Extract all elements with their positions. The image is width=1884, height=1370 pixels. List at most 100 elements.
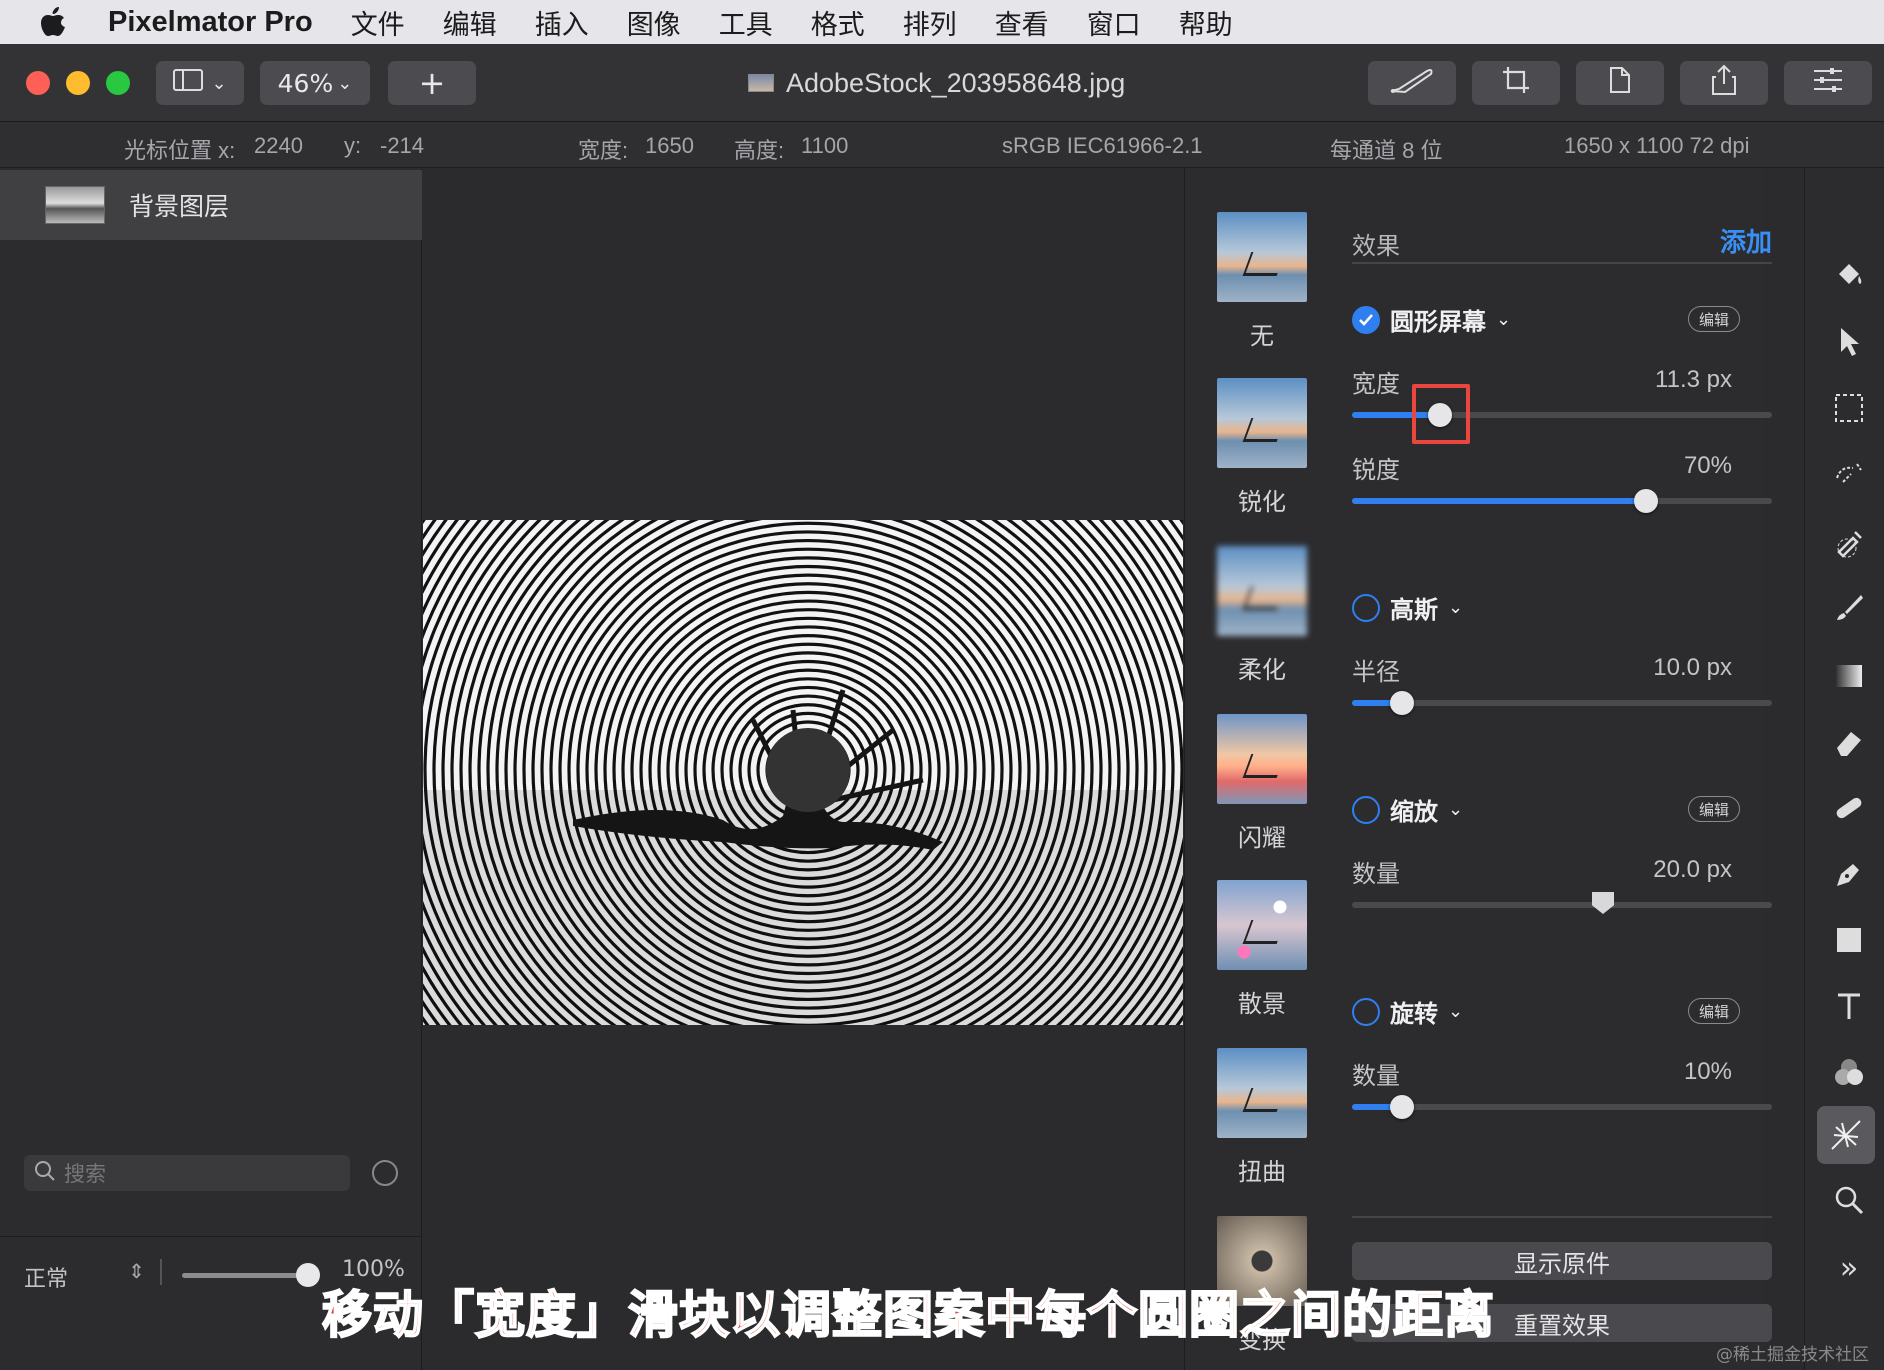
filter-icon[interactable] <box>372 1160 398 1186</box>
sidebar-toggle-button[interactable]: ⌄ <box>156 61 244 105</box>
menu-format[interactable]: 格式 <box>811 3 865 42</box>
zoom-window-button[interactable] <box>106 71 130 95</box>
effect-enabled-checkbox[interactable] <box>1352 593 1380 622</box>
width-param-label: 宽度 <box>1352 370 1400 398</box>
effect-circular-screen[interactable]: 圆形屏幕 ⌄ <box>1352 302 1511 337</box>
width-param-value: 11.3 px <box>1655 366 1732 393</box>
effect-label: 扭曲 <box>1238 1158 1286 1186</box>
menu-arrange[interactable]: 排列 <box>903 3 957 42</box>
slider-knob[interactable] <box>1390 1095 1415 1119</box>
eraser-icon[interactable] <box>1829 722 1869 762</box>
image-dimensions: 1650 x 1100 72 dpi <box>1564 133 1750 158</box>
crop-button[interactable] <box>1472 61 1560 105</box>
sidebar-icon <box>173 68 207 98</box>
effect-name: 缩放 <box>1390 798 1438 826</box>
gradient-icon[interactable] <box>1829 656 1869 696</box>
slider-knob[interactable] <box>1634 489 1658 513</box>
text-icon[interactable] <box>1829 986 1869 1026</box>
effect-name: 圆形屏幕 <box>1390 308 1486 336</box>
search-placeholder: 搜索 <box>64 1162 106 1186</box>
zoom-amount-slider[interactable] <box>1352 892 1772 914</box>
amount-param-label: 数量 <box>1352 860 1400 888</box>
width-value: 1650 <box>645 133 694 158</box>
height-label: 高度: <box>734 138 785 163</box>
sharpness-slider[interactable] <box>1352 489 1772 513</box>
effect-preset-soften[interactable]: 柔化 <box>1217 546 1307 685</box>
opacity-slider[interactable] <box>182 1273 308 1278</box>
menu-tools[interactable]: 工具 <box>719 3 773 42</box>
effect-preset-bokeh[interactable]: 散景 <box>1217 880 1307 1019</box>
edit-effect-button[interactable]: 编辑 <box>1688 796 1740 822</box>
zoom-dropdown[interactable]: 46% ⌄ <box>260 61 370 105</box>
layer-row[interactable]: 背景图层 <box>0 170 422 240</box>
color-adjust-icon[interactable] <box>1829 1052 1869 1092</box>
add-effect-button[interactable]: 添加 <box>1720 222 1772 259</box>
effect-thumbnail <box>1217 880 1307 970</box>
effect-enabled-checkbox[interactable] <box>1352 795 1380 824</box>
plus-icon: + <box>418 64 446 102</box>
share-button[interactable] <box>1680 61 1768 105</box>
tools-sidebar: » <box>1804 168 1884 1370</box>
document-title: AdobeStock_203958648.jpg <box>748 66 1125 100</box>
zoom-value: 46% <box>277 68 334 98</box>
format-brush-button[interactable] <box>1368 61 1456 105</box>
menu-image[interactable]: 图像 <box>627 3 681 42</box>
edit-effect-button[interactable]: 编辑 <box>1688 306 1740 332</box>
effect-preset-distort[interactable]: 扭曲 <box>1217 1048 1307 1187</box>
effect-gaussian[interactable]: 高斯 ⌄ <box>1352 590 1463 625</box>
rotate-amount-slider[interactable] <box>1352 1095 1772 1119</box>
blend-mode-select[interactable]: 正常 <box>24 1261 68 1293</box>
document-image[interactable] <box>423 520 1183 1025</box>
pen-icon[interactable] <box>1829 854 1869 894</box>
slider-knob[interactable] <box>1592 892 1614 914</box>
chevron-down-icon: ⌄ <box>211 72 227 94</box>
effect-label: 无 <box>1250 322 1274 350</box>
edit-effect-button[interactable]: 编辑 <box>1688 998 1740 1024</box>
effect-preset-none[interactable]: 无 <box>1217 212 1307 351</box>
window-toolbar: ⌄ 46% ⌄ + AdobeStock_203958648.jpg <box>0 44 1884 122</box>
effect-preset-glow[interactable]: 闪耀 <box>1217 714 1307 853</box>
effect-enabled-checkbox[interactable] <box>1352 997 1380 1026</box>
menu-view[interactable]: 查看 <box>995 3 1049 42</box>
effect-enabled-checkbox[interactable] <box>1352 305 1380 334</box>
menu-window[interactable]: 窗口 <box>1087 3 1141 42</box>
slider-knob[interactable] <box>1390 691 1415 715</box>
opacity-knob[interactable] <box>296 1263 320 1287</box>
selection-icon[interactable] <box>1829 388 1869 428</box>
chevron-down-icon: ⌄ <box>1448 597 1464 618</box>
radius-slider[interactable] <box>1352 691 1772 715</box>
shape-icon[interactable] <box>1829 920 1869 960</box>
menu-help[interactable]: 帮助 <box>1179 3 1233 42</box>
menu-insert[interactable]: 插入 <box>535 3 589 42</box>
minimize-window-button[interactable] <box>66 71 90 95</box>
zoom-icon[interactable] <box>1829 1180 1869 1220</box>
layer-thumbnail <box>45 186 105 224</box>
layer-search-field[interactable]: 搜索 <box>24 1155 350 1191</box>
arrow-icon[interactable] <box>1829 322 1869 362</box>
effect-thumbnail <box>1217 1048 1307 1138</box>
updown-icon: ⇕ <box>128 1259 145 1283</box>
radius-param-label: 半径 <box>1352 658 1400 686</box>
export-page-button[interactable] <box>1576 61 1664 105</box>
effect-preset-sharpen[interactable]: 锐化 <box>1217 378 1307 517</box>
app-menu[interactable]: Pixelmator Pro <box>108 6 313 39</box>
menu-file[interactable]: 文件 <box>351 3 405 42</box>
effects-section-title: 效果 <box>1352 232 1400 260</box>
color-picker-icon[interactable] <box>1829 522 1869 562</box>
menu-edit[interactable]: 编辑 <box>443 3 497 42</box>
apple-icon[interactable] <box>40 7 80 37</box>
repair-icon[interactable] <box>1829 788 1869 828</box>
paint-bucket-icon[interactable] <box>1829 256 1869 296</box>
brush-icon[interactable] <box>1829 588 1869 628</box>
quick-select-icon[interactable] <box>1829 456 1869 496</box>
document-thumbnail <box>748 74 774 92</box>
effect-rotate[interactable]: 旋转 ⌄ <box>1352 994 1463 1029</box>
more-icon[interactable]: » <box>1829 1248 1869 1288</box>
add-button[interactable]: + <box>388 61 476 105</box>
effect-zoom[interactable]: 缩放 ⌄ <box>1352 792 1463 827</box>
cursor-x-label: 光标位置 x: <box>124 138 236 163</box>
canvas-area[interactable] <box>423 168 1183 1370</box>
adjust-panel-button[interactable] <box>1784 61 1872 105</box>
close-window-button[interactable] <box>26 71 50 95</box>
effects-icon[interactable] <box>1817 1106 1875 1164</box>
